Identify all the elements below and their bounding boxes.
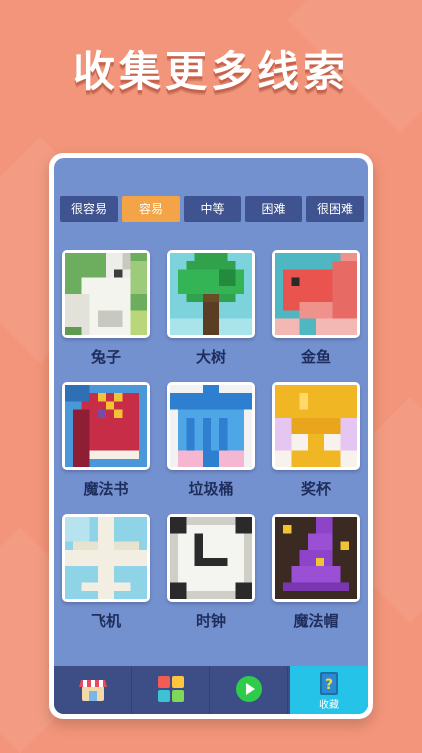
magic-book-pixel-art: [65, 385, 147, 467]
puzzle-label-airplane: 飞机: [90, 612, 121, 630]
puzzle-card-clock[interactable]: [167, 514, 255, 602]
svg-text:?: ?: [325, 677, 333, 693]
trash-can-pixel-art: [170, 385, 252, 467]
puzzle-card-goldfish[interactable]: [272, 250, 360, 338]
puzzle-label-rabbit: 兔子: [90, 348, 121, 366]
puzzle-label-clock: 时钟: [195, 612, 226, 630]
tab-hard[interactable]: 困难: [245, 196, 302, 222]
app-screen: 很容易 容易 中等 困难 很困难 兔子 大树 金鱼 魔法书 垃圾桶 奖杯 飞机 …: [54, 158, 368, 714]
book-question-icon: ?: [320, 672, 338, 695]
puzzle-card-airplane[interactable]: [62, 514, 150, 602]
puzzle-card-magic-book[interactable]: [62, 382, 150, 470]
rabbit-pixel-art: [65, 253, 147, 335]
play-icon: [236, 676, 262, 702]
tab-easy[interactable]: 容易: [122, 196, 180, 222]
puzzle-card-rabbit[interactable]: [62, 250, 150, 338]
tab-medium[interactable]: 中等: [184, 196, 241, 222]
trophy-pixel-art: [275, 385, 357, 467]
puzzle-icon: [158, 676, 184, 702]
puzzle-label-tree: 大树: [195, 348, 226, 366]
nav-shop[interactable]: [54, 666, 132, 714]
puzzle-label-goldfish: 金鱼: [300, 348, 331, 366]
puzzle-label-wizard-hat: 魔法帽: [293, 612, 339, 630]
puzzle-card-wizard-hat[interactable]: [272, 514, 360, 602]
goldfish-pixel-art: [275, 253, 357, 335]
nav-puzzle[interactable]: [132, 666, 210, 714]
puzzle-label-magic-book: 魔法书: [83, 480, 129, 498]
bottom-nav: ? 收藏: [54, 666, 368, 714]
puzzle-label-trophy: 奖杯: [300, 480, 331, 498]
tree-pixel-art: [170, 253, 252, 335]
puzzle-card-trophy[interactable]: [272, 382, 360, 470]
shop-icon: [79, 680, 107, 701]
tab-very-hard[interactable]: 很困难: [306, 196, 364, 222]
phone-frame: 很容易 容易 中等 困难 很困难 兔子 大树 金鱼 魔法书 垃圾桶 奖杯 飞机 …: [49, 153, 373, 719]
puzzle-label-trash-can: 垃圾桶: [188, 480, 234, 498]
wizard-hat-pixel-art: [275, 517, 357, 599]
puzzle-card-tree[interactable]: [167, 250, 255, 338]
page-headline: 收集更多线索: [72, 47, 349, 96]
clock-pixel-art: [170, 517, 252, 599]
difficulty-tabs: 很容易 容易 中等 困难 很困难: [60, 196, 366, 222]
nav-play[interactable]: [210, 666, 288, 714]
tab-very-easy[interactable]: 很容易: [60, 196, 118, 222]
airplane-pixel-art: [65, 517, 147, 599]
nav-collection[interactable]: ? 收藏: [290, 666, 368, 714]
nav-collection-label: 收藏: [319, 700, 339, 711]
puzzle-card-trash-can[interactable]: [167, 382, 255, 470]
